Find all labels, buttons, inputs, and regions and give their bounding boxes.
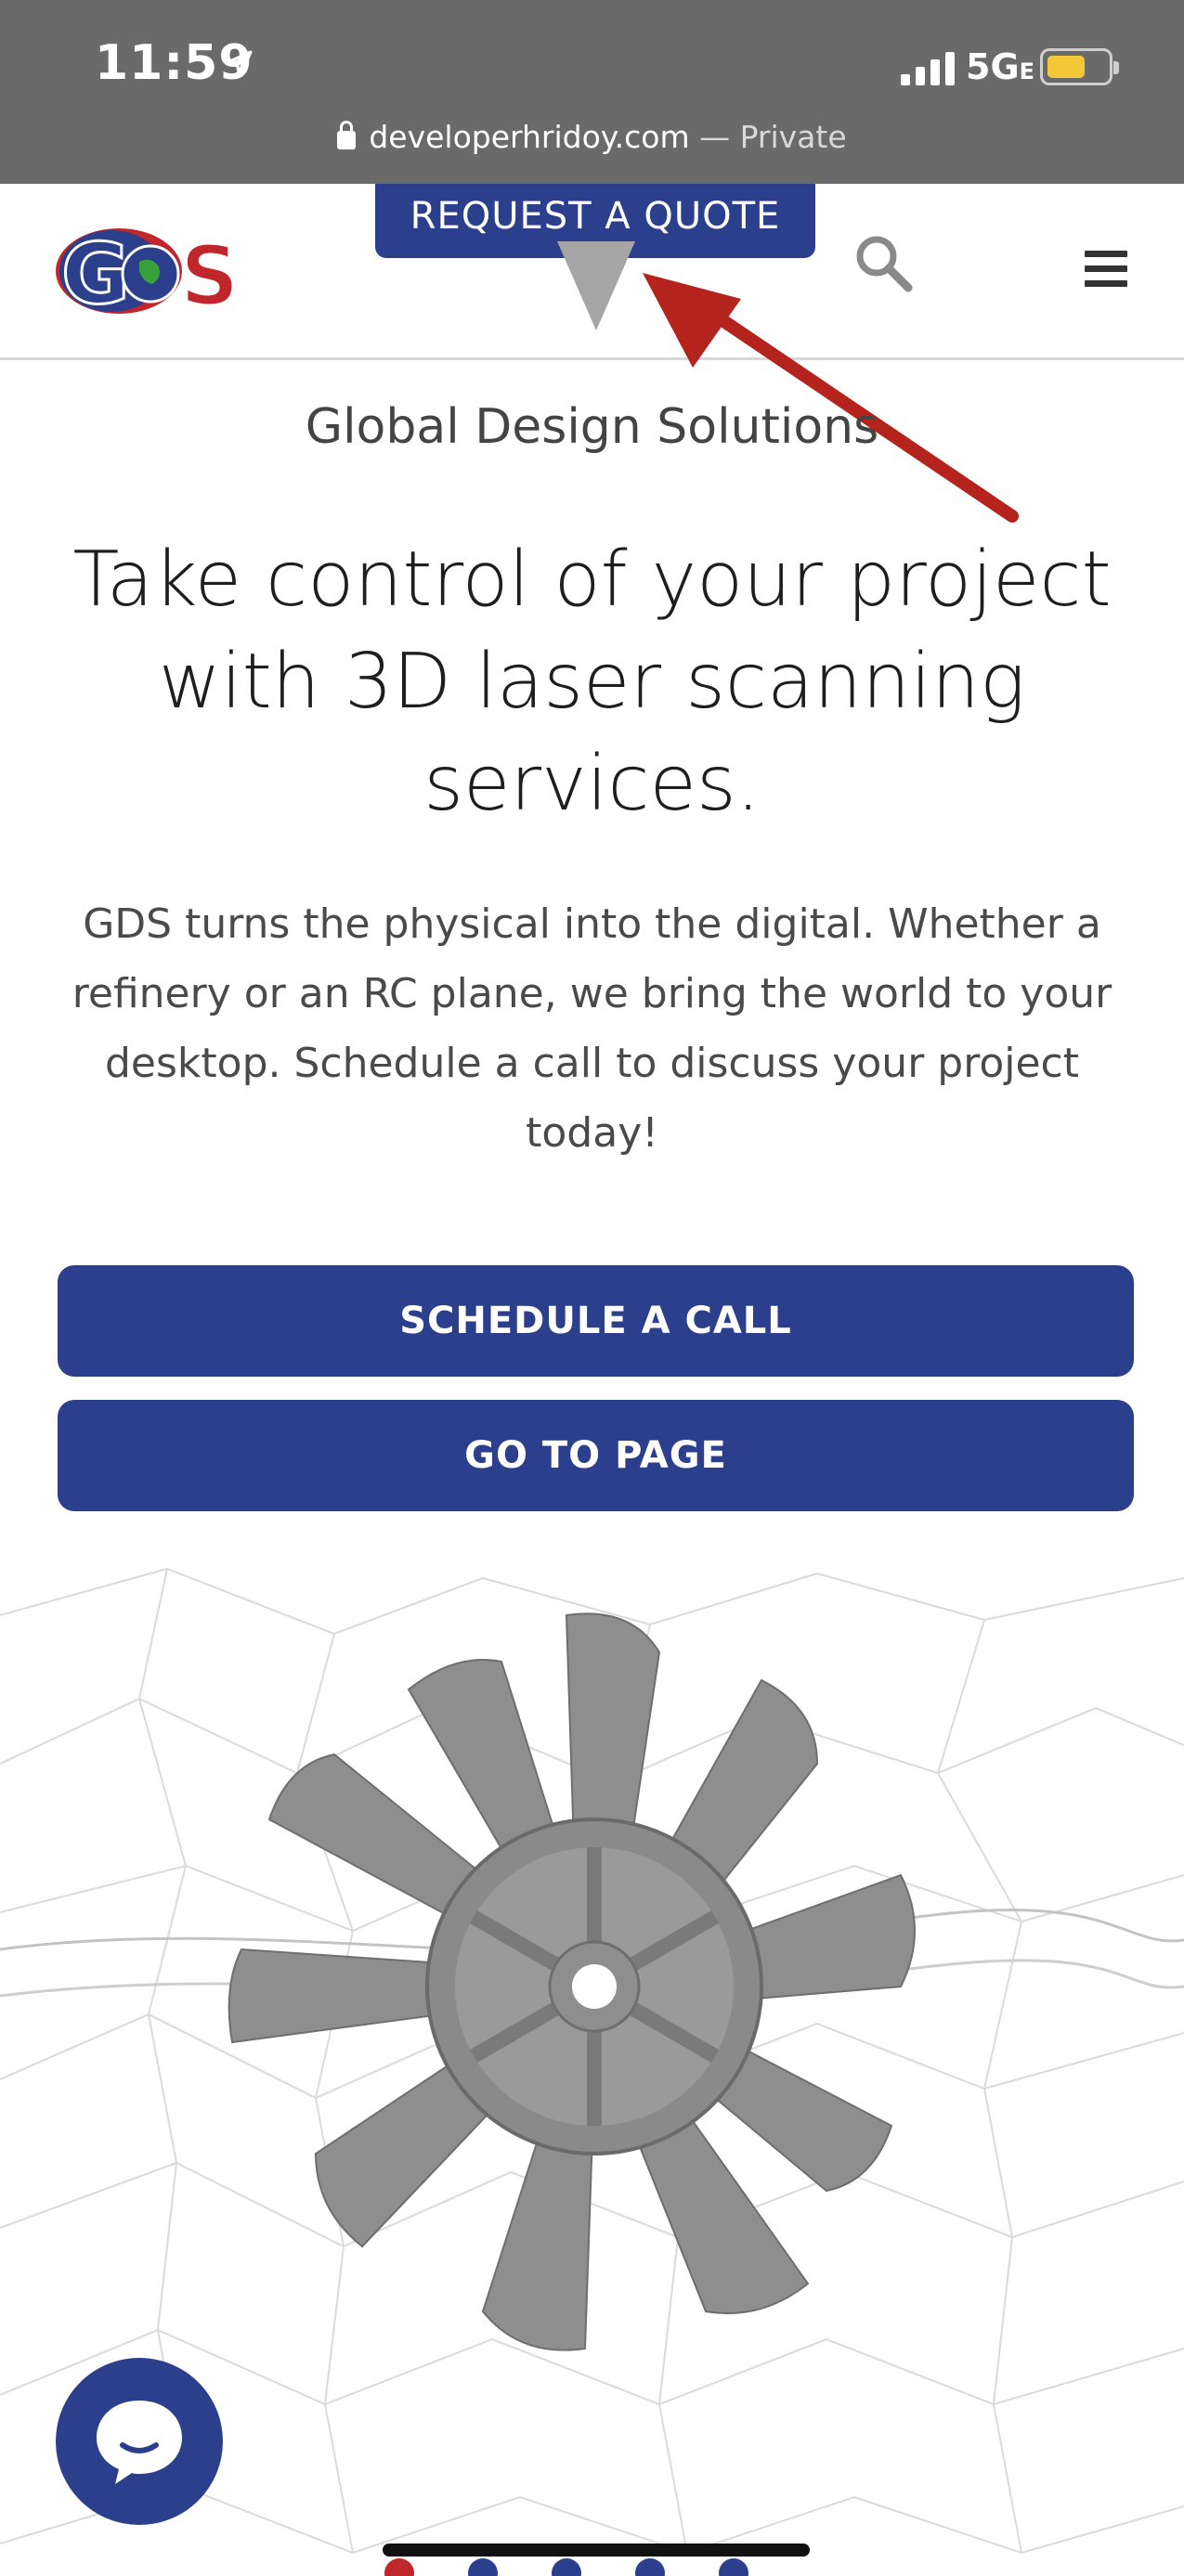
schedule-call-button[interactable]: SCHEDULE A CALL [58,1265,1134,1377]
chat-bubble-icon [97,2401,182,2484]
carousel-dot[interactable] [635,2558,665,2576]
url-separator: — [699,119,731,155]
lock-icon [337,121,357,149]
home-indicator [383,2544,810,2557]
ios-status-bar: 11:59 5GE developerhridoy.com — Private [0,0,1184,184]
battery-icon [1040,48,1119,85]
go-to-page-button[interactable]: GO TO PAGE [58,1400,1134,1511]
carousel-dots [384,2558,774,2576]
company-tagline: Global Design Solutions [305,399,879,455]
request-quote-pointer-icon [557,241,635,330]
carousel-dot[interactable] [719,2558,748,2576]
carousel-dot[interactable] [468,2558,498,2576]
signal-strength-icon [901,52,955,85]
hero-description: GDS turns the physical into the digital.… [72,900,1112,1157]
chat-widget-button[interactable] [56,2358,223,2525]
carousel-dot[interactable] [552,2558,581,2576]
location-arrow-icon [225,50,253,78]
browsing-mode: Private [739,119,847,155]
address-bar[interactable]: developerhridoy.com — Private [0,119,1184,155]
url-text: developerhridoy.com [369,119,690,155]
svg-text:G: G [61,226,130,317]
network-type: 5GE [966,46,1035,87]
page-headline: Take control of your project with 3D las… [72,536,1112,828]
carousel-dot[interactable] [384,2558,414,2576]
svg-text:S: S [180,228,239,317]
gds-logo[interactable]: G S [54,223,280,317]
hamburger-menu-icon[interactable] [1085,251,1127,288]
